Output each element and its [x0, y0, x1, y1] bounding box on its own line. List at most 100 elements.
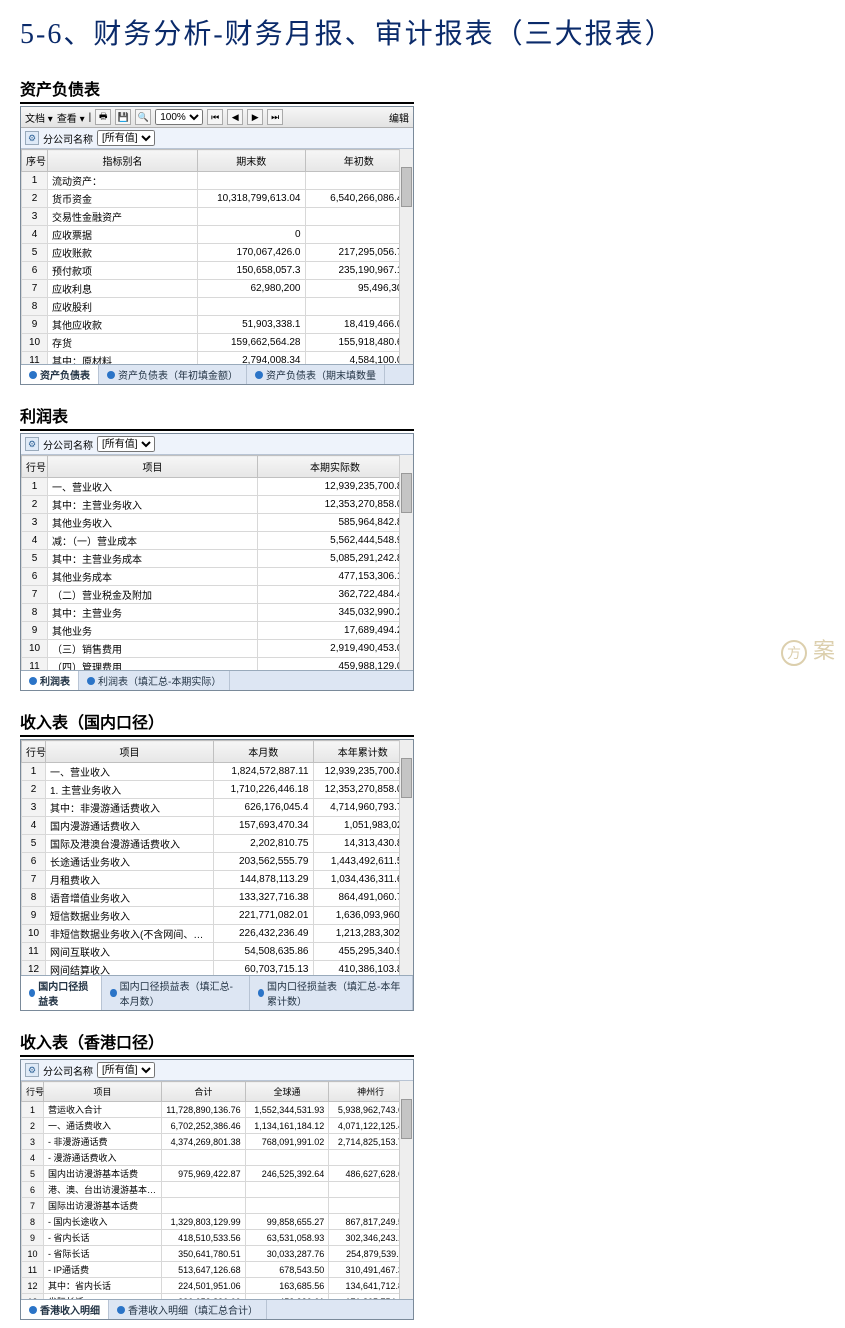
- table-row[interactable]: 4应收票据0: [22, 226, 413, 244]
- print-icon[interactable]: 🖶: [95, 109, 111, 125]
- sheet-tab[interactable]: 资产负债表（年初填金额）: [99, 365, 247, 384]
- zoom-select[interactable]: 100%: [155, 109, 203, 125]
- table-row[interactable]: 4 减：（一）营业成本5,562,444,548.97: [22, 532, 413, 550]
- table-row[interactable]: 11 - IP通话费513,647,126.68678,543.50310,49…: [22, 1262, 413, 1278]
- first-page-icon[interactable]: ⏮: [207, 109, 223, 125]
- table-row[interactable]: 3 其中：非漫游通话费收入626,176,045.44,714,960,793.…: [22, 799, 413, 817]
- table-row[interactable]: 1流动资产：: [22, 172, 413, 190]
- balance-table[interactable]: 序号 指标别名 期末数 年初数 1流动资产：2货币资金10,318,799,61…: [21, 149, 413, 364]
- sheet-tab[interactable]: 国内口径损益表（填汇总-本月数）: [102, 976, 249, 1010]
- table-row[interactable]: 11 （四）管理费用459,988,129.03: [22, 658, 413, 671]
- sheet-tab[interactable]: 利润表（填汇总-本期实际）: [79, 671, 230, 690]
- table-row[interactable]: 7 （二）营业税金及附加362,722,484.45: [22, 586, 413, 604]
- table-row[interactable]: 2货币资金10,318,799,613.046,540,266,086.45: [22, 190, 413, 208]
- table-row[interactable]: 12 其中：省内长话224,501,951.06163,685.56134,64…: [22, 1278, 413, 1294]
- profit-table[interactable]: 行号 项目 本期实际数 1一、营业收入12,939,235,700.852 其中…: [21, 455, 413, 670]
- col-actual[interactable]: 本期实际数: [258, 456, 413, 478]
- prev-page-icon[interactable]: ◀: [227, 109, 243, 125]
- table-row[interactable]: 1一、营业收入12,939,235,700.85: [22, 478, 413, 496]
- table-row[interactable]: 3交易性金融资产: [22, 208, 413, 226]
- table-row[interactable]: 13 省际长话336,053,896.60453,930.61171,805,7…: [22, 1294, 413, 1300]
- col-row[interactable]: 行号: [22, 1082, 44, 1102]
- table-row[interactable]: 6 长途通话业务收入203,562,555.791,443,492,611.59: [22, 853, 413, 871]
- table-row[interactable]: 7应收利息62,980,20095,496,300: [22, 280, 413, 298]
- vertical-scrollbar[interactable]: [399, 1081, 413, 1299]
- tab-label: 资产负债表（期末填数量: [266, 367, 376, 382]
- col-item[interactable]: 项目: [46, 741, 214, 763]
- table-row[interactable]: 6 其他业务成本477,153,306.13: [22, 568, 413, 586]
- vertical-scrollbar[interactable]: [399, 740, 413, 975]
- row-name: 减：（一）营业成本: [48, 532, 258, 550]
- filter-icon[interactable]: ⚙: [25, 131, 39, 145]
- table-row[interactable]: 8 语音增值业务收入133,327,716.38864,491,060.73: [22, 889, 413, 907]
- filter-icon[interactable]: ⚙: [25, 1063, 39, 1077]
- table-row[interactable]: 5 其中：主营业务成本5,085,291,242.84: [22, 550, 413, 568]
- col-gotone[interactable]: 全球通: [245, 1082, 329, 1102]
- table-row[interactable]: 5应收账款170,067,426.0217,295,056.70: [22, 244, 413, 262]
- table-row[interactable]: 10存货159,662,564.28155,918,480.65: [22, 334, 413, 352]
- col-item[interactable]: 项目: [44, 1082, 162, 1102]
- table-row[interactable]: 2一、通话费收入6,702,252,386.461,134,161,184.12…: [22, 1118, 413, 1134]
- table-row[interactable]: 6预付款项150,658,057.3235,190,967.15: [22, 262, 413, 280]
- table-row[interactable]: 11 其中：原材料2,794,008.344,584,100.05: [22, 352, 413, 365]
- col-row[interactable]: 行号: [22, 456, 48, 478]
- table-row[interactable]: 5 国际及港澳台漫游通话费收入2,202,810.7514,313,430.82: [22, 835, 413, 853]
- edit-label[interactable]: 编辑: [389, 110, 409, 125]
- cell-value: 362,722,484.45: [258, 586, 413, 604]
- table-row[interactable]: 2 其中：主营业务收入12,353,270,858.04: [22, 496, 413, 514]
- table-row[interactable]: 3 其他业务收入585,964,842.81: [22, 514, 413, 532]
- col-begin[interactable]: 年初数: [305, 150, 413, 172]
- col-row[interactable]: 行号: [22, 741, 46, 763]
- table-row[interactable]: 6 港、澳、台出访漫游基本话费: [22, 1182, 413, 1198]
- col-end[interactable]: 期末数: [198, 150, 306, 172]
- table-row[interactable]: 8 其中：主营业务345,032,990.21: [22, 604, 413, 622]
- table-row[interactable]: 10 （三）销售费用2,919,490,453.08: [22, 640, 413, 658]
- table-row[interactable]: 9 短信数据业务收入221,771,082.011,636,093,960.8: [22, 907, 413, 925]
- table-row[interactable]: 9 其他业务17,689,494.24: [22, 622, 413, 640]
- table-row[interactable]: 3 - 非漫游通话费4,374,269,801.38768,091,991.02…: [22, 1134, 413, 1150]
- vertical-scrollbar[interactable]: [399, 455, 413, 670]
- sheet-tab[interactable]: 资产负债表（期末填数量: [247, 365, 385, 384]
- table-row[interactable]: 4 国内漫游通话费收入157,693,470.341,051,983,022: [22, 817, 413, 835]
- filter-icon[interactable]: ⚙: [25, 437, 39, 451]
- col-total[interactable]: 合计: [162, 1082, 246, 1102]
- table-row[interactable]: 10 - 省际长话350,641,780.5130,033,287.76254,…: [22, 1246, 413, 1262]
- save-icon[interactable]: 💾: [115, 109, 131, 125]
- col-ytd[interactable]: 本年累计数: [313, 741, 413, 763]
- table-row[interactable]: 10 非短信数据业务收入(不含网间、网间结算收入)226,432,236.491…: [22, 925, 413, 943]
- toolbar-doc[interactable]: 文档 ▾: [25, 110, 53, 125]
- filter-company-select[interactable]: [所有值]: [97, 1062, 155, 1078]
- table-row[interactable]: 4 - 漫游通话费收入: [22, 1150, 413, 1166]
- table-row[interactable]: 8 - 国内长途收入1,329,803,129.9999,858,655.278…: [22, 1214, 413, 1230]
- table-row[interactable]: 7 月租费收入144,878,113.291,034,436,311.67: [22, 871, 413, 889]
- last-page-icon[interactable]: ⏭: [267, 109, 283, 125]
- sheet-tab[interactable]: 国内口径损益表（填汇总-本年累计数）: [250, 976, 413, 1010]
- sheet-tab[interactable]: 利润表: [21, 671, 79, 690]
- table-row[interactable]: 1营运收入合计11,728,890,136.761,552,344,531.93…: [22, 1102, 413, 1118]
- vertical-scrollbar[interactable]: [399, 149, 413, 364]
- table-row[interactable]: 7 国际出访漫游基本话费: [22, 1198, 413, 1214]
- search-icon[interactable]: 🔍: [135, 109, 151, 125]
- sheet-tab[interactable]: 资产负债表: [21, 365, 99, 384]
- col-item[interactable]: 项目: [48, 456, 258, 478]
- filter-company-select[interactable]: [所有值]: [97, 130, 155, 146]
- col-month[interactable]: 本月数: [214, 741, 314, 763]
- income-dom-table[interactable]: 行号 项目 本月数 本年累计数 1一、营业收入1,824,572,887.111…: [21, 740, 413, 975]
- col-seq[interactable]: 序号: [22, 150, 48, 172]
- table-row[interactable]: 5 国内出访漫游基本话费975,969,422.87246,525,392.64…: [22, 1166, 413, 1182]
- table-row[interactable]: 21. 主营业务收入1,710,226,446.1812,353,270,858…: [22, 781, 413, 799]
- sheet-tab[interactable]: 香港收入明细（填汇总合计）: [109, 1300, 267, 1319]
- table-row[interactable]: 1一、营业收入1,824,572,887.1112,939,235,700.85: [22, 763, 413, 781]
- filter-company-select[interactable]: [所有值]: [97, 436, 155, 452]
- table-row[interactable]: 9其他应收款51,903,338.118,419,466.09: [22, 316, 413, 334]
- next-page-icon[interactable]: ▶: [247, 109, 263, 125]
- income-hk-table[interactable]: 行号 项目 合计 全球通 神州行 1营运收入合计11,728,890,136.7…: [21, 1081, 413, 1299]
- table-row[interactable]: 11 网间互联收入54,508,635.86455,295,340.95: [22, 943, 413, 961]
- table-row[interactable]: 9 - 省内长话418,510,533.5663,531,058.93302,3…: [22, 1230, 413, 1246]
- table-row[interactable]: 12 网间结算收入60,703,715.13410,386,103.86: [22, 961, 413, 976]
- table-row[interactable]: 8应收股利: [22, 298, 413, 316]
- toolbar-view[interactable]: 查看 ▾: [57, 110, 85, 125]
- sheet-tab[interactable]: 国内口径损益表: [21, 976, 102, 1010]
- col-name[interactable]: 指标别名: [48, 150, 198, 172]
- sheet-tab[interactable]: 香港收入明细: [21, 1300, 109, 1319]
